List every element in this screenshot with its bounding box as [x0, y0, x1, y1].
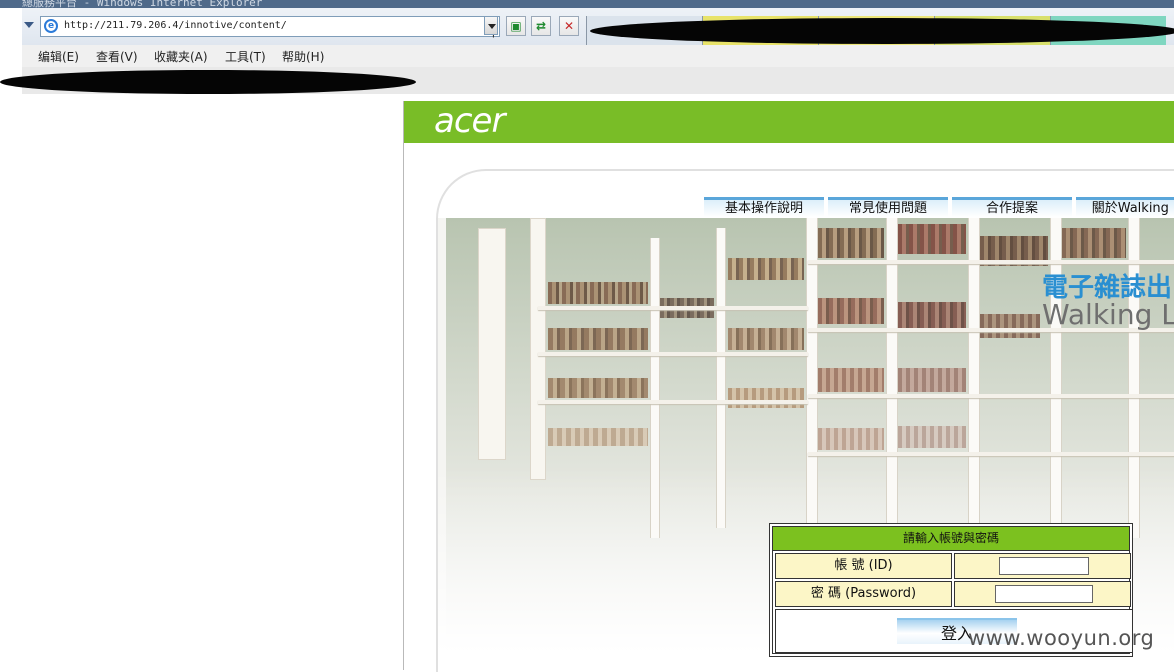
id-cell: [954, 553, 1131, 579]
book-row: [548, 428, 648, 446]
book-row: [898, 302, 966, 328]
shelf-post: [650, 238, 660, 538]
shelf-post: [886, 218, 898, 538]
decorative-column: [530, 218, 546, 480]
book-row: [728, 258, 804, 280]
book-row: [898, 368, 966, 392]
menu-view[interactable]: 查看(V): [96, 48, 138, 65]
book-row: [818, 428, 884, 450]
password-input[interactable]: [995, 585, 1093, 603]
stop-button[interactable]: ✕: [559, 16, 579, 36]
password-label: 密 碼 (Password): [775, 581, 952, 607]
login-header: 請輸入帳號與密碼: [773, 527, 1129, 551]
book-row: [1062, 228, 1126, 258]
redaction-mark: [590, 18, 1174, 44]
book-row: [728, 388, 804, 408]
shelf-board: [808, 260, 1174, 264]
book-row: [548, 328, 648, 350]
main-stage: 基本操作說明 常見使用問題 合作提案 關於Walking L 電子雜誌出 Wal…: [436, 169, 1174, 672]
shelf-board: [808, 394, 1174, 398]
book-row: [818, 298, 884, 324]
compatibility-view-button[interactable]: ▣: [506, 16, 526, 36]
address-bar[interactable]: e http://211.79.206.4/innotive/content/ …: [40, 16, 500, 38]
shelf-post: [806, 218, 818, 538]
shelf-board: [538, 400, 808, 404]
tab-partnership[interactable]: 合作提案: [952, 197, 1072, 217]
book-row: [548, 378, 648, 398]
book-row: [980, 314, 1040, 338]
shelf-board: [808, 452, 1174, 456]
book-row: [898, 224, 966, 254]
id-label: 帳 號 (ID): [775, 553, 952, 579]
address-url[interactable]: http://211.79.206.4/innotive/content/: [64, 20, 287, 31]
book-row: [818, 228, 884, 258]
address-toolbar: e http://211.79.206.4/innotive/content/ …: [22, 8, 1174, 46]
address-dropdown-button[interactable]: [484, 16, 498, 35]
shelf-board: [538, 306, 808, 310]
shelf-post: [968, 218, 980, 538]
tab-faq[interactable]: 常見使用問題: [828, 197, 948, 217]
shelf-board: [538, 352, 808, 356]
page-viewport: acer 基本操作說明 常見使用問題 合作提案 關於Walking L 電子雜誌…: [0, 94, 1174, 672]
menu-edit[interactable]: 编辑(E): [38, 48, 79, 65]
tab-basic-guide[interactable]: 基本操作說明: [704, 197, 824, 217]
shelf-post: [1128, 218, 1140, 538]
hero-title-english: Walking L: [1042, 298, 1174, 331]
ie-page-icon: e: [44, 19, 58, 33]
password-cell: [954, 581, 1131, 607]
menu-tools[interactable]: 工具(T): [225, 48, 266, 65]
menu-favorites[interactable]: 收藏夹(A): [154, 48, 208, 65]
book-row: [898, 426, 966, 448]
refresh-button[interactable]: ⇄: [531, 16, 551, 36]
shelf-post: [1050, 218, 1062, 538]
browser-title-bar: 總服務平台 - Windows Internet Explorer: [0, 0, 1174, 8]
nav-dropdown-icon[interactable]: [24, 22, 34, 28]
header-bar: acer: [404, 101, 1174, 143]
decorative-column: [478, 228, 506, 460]
watermark: www.wooyun.org: [968, 626, 1155, 650]
shelf-post: [716, 228, 726, 528]
menu-bar: 编辑(E) 查看(V) 收藏夹(A) 工具(T) 帮助(H): [22, 45, 1174, 68]
tab-about[interactable]: 關於Walking L: [1076, 197, 1174, 217]
window-title: 總服務平台 - Windows Internet Explorer: [22, 0, 263, 8]
acer-logo[interactable]: acer: [434, 101, 505, 141]
redaction-mark: [0, 70, 416, 94]
id-input[interactable]: [999, 557, 1089, 575]
book-row: [548, 282, 648, 304]
site-frame: acer 基本操作說明 常見使用問題 合作提案 關於Walking L 電子雜誌…: [403, 101, 1174, 672]
book-row: [818, 368, 884, 392]
menu-help[interactable]: 帮助(H): [282, 48, 324, 65]
book-row: [728, 328, 804, 350]
